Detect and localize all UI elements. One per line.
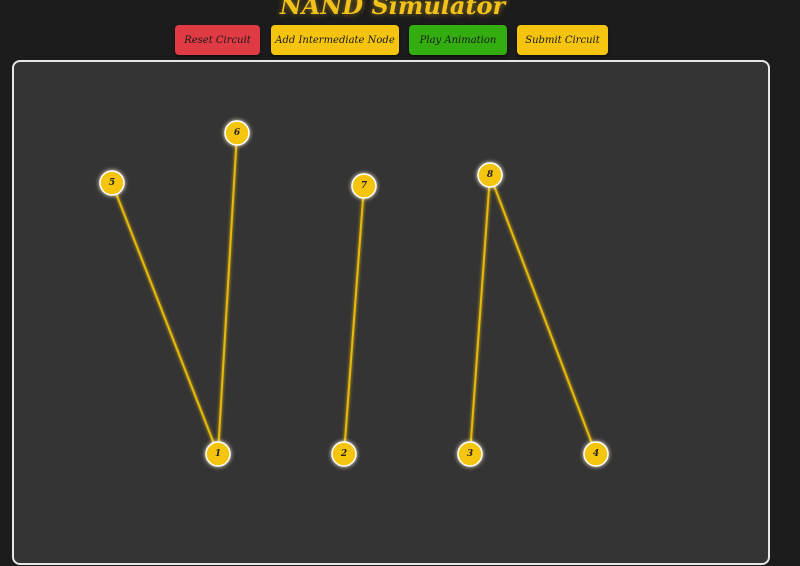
node-3[interactable]: 3 <box>457 441 483 467</box>
node-7[interactable]: 7 <box>351 173 377 199</box>
play-animation-button[interactable]: Play Animation <box>409 25 507 55</box>
nodes-layer: 1 2 3 4 5 6 7 8 <box>99 120 609 467</box>
node-5[interactable]: 5 <box>99 170 125 196</box>
node-circle[interactable] <box>205 441 231 467</box>
wire-8-4[interactable] <box>489 174 597 455</box>
node-6[interactable]: 6 <box>224 120 250 146</box>
wire-8-3[interactable] <box>469 174 491 455</box>
circuit-drawing[interactable]: 1 2 3 4 5 6 7 8 <box>14 62 770 565</box>
node-4[interactable]: 4 <box>583 441 609 467</box>
node-2[interactable]: 2 <box>331 441 357 467</box>
node-circle[interactable] <box>99 170 125 196</box>
node-1[interactable]: 1 <box>205 441 231 467</box>
nand-simulator-app: NAND Simulator Reset Circuit Add Interme… <box>0 0 800 566</box>
wire-7-2[interactable] <box>343 185 365 455</box>
node-circle[interactable] <box>477 162 503 188</box>
node-circle[interactable] <box>224 120 250 146</box>
add-intermediate-node-button[interactable]: Add Intermediate Node <box>271 25 399 55</box>
submit-circuit-button[interactable]: Submit Circuit <box>517 25 608 55</box>
toolbar: Reset Circuit Add Intermediate Node Play… <box>0 25 785 55</box>
wire-6-1[interactable] <box>217 132 238 455</box>
wire-5-1[interactable] <box>111 182 219 455</box>
node-circle[interactable] <box>351 173 377 199</box>
reset-circuit-button[interactable]: Reset Circuit <box>175 25 260 55</box>
node-circle[interactable] <box>457 441 483 467</box>
page-title: NAND Simulator <box>279 0 506 20</box>
node-circle[interactable] <box>583 441 609 467</box>
node-8[interactable]: 8 <box>477 162 503 188</box>
node-circle[interactable] <box>331 441 357 467</box>
circuit-canvas[interactable]: 1 2 3 4 5 6 7 8 <box>12 60 770 565</box>
